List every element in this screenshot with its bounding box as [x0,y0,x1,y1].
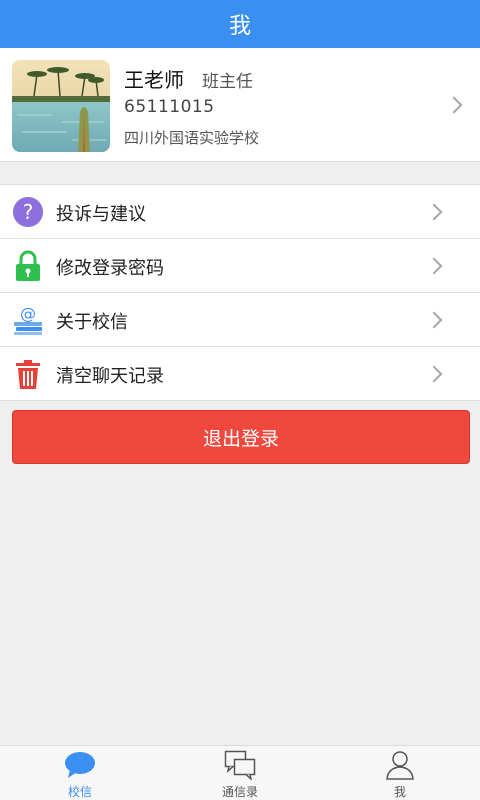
svg-text:@: @ [20,304,36,323]
profile-role: 班主任 [202,72,253,92]
trash-icon [12,358,44,390]
menu-item-about[interactable]: @ 关于校信 [0,293,480,347]
tab-contacts[interactable]: 通信录 [160,746,320,800]
tab-xiaoxin[interactable]: 校信 [0,746,160,800]
avatar [12,60,110,152]
chevron-right-icon [425,365,443,383]
lock-icon [12,250,44,282]
question-icon: ? [12,196,44,228]
menu-item-label: 修改登录密码 [56,258,164,279]
settings-menu: ? 投诉与建议 修改登录密码 @ 关于校信 清空聊天记录 [0,184,480,401]
profile-school: 四川外国语实验学校 [124,129,260,147]
svg-text:?: ? [23,200,34,224]
menu-item-change-password[interactable]: 修改登录密码 [0,239,480,293]
profile-card[interactable]: 王老师 班主任 65111015 四川外国语实验学校 [0,48,480,162]
chat-bubble-icon [64,750,96,780]
profile-id: 65111015 [124,97,215,117]
tab-label: 我 [393,785,406,799]
menu-item-label: 关于校信 [56,312,128,333]
chevron-right-icon [445,96,463,114]
tab-label: 通信录 [221,785,258,799]
tab-me[interactable]: 我 [320,746,480,800]
top-bar: 我 [0,0,480,48]
menu-item-label: 清空聊天记录 [56,366,164,387]
tab-label: 校信 [67,785,92,799]
contacts-icon [224,750,256,782]
menu-item-feedback[interactable]: ? 投诉与建议 [0,185,480,239]
at-books-icon: @ [12,304,44,336]
chevron-right-icon [425,203,443,221]
person-icon [384,750,416,780]
page-title: 我 [228,14,251,39]
menu-item-label: 投诉与建议 [56,204,146,225]
bottom-tab-bar: 校信 通信录 我 [0,745,480,800]
chevron-right-icon [425,311,443,329]
profile-name: 王老师 [124,68,184,92]
menu-item-clear-chat[interactable]: 清空聊天记录 [0,347,480,401]
logout-button[interactable]: 退出登录 [12,410,470,464]
chevron-right-icon [425,257,443,275]
